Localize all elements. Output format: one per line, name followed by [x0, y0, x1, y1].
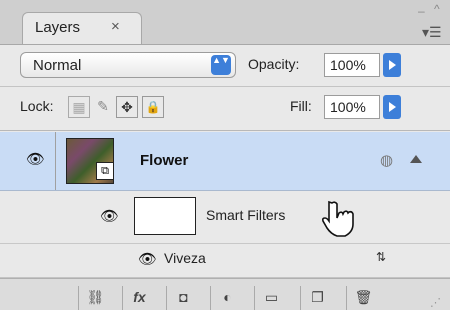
minimize-icon[interactable]: – [418, 4, 425, 18]
tab-layers[interactable]: Layers × [22, 12, 142, 44]
eye-column-divider [55, 132, 56, 190]
opacity-arrow-icon[interactable] [383, 53, 401, 77]
new-layer-icon[interactable]: ❐ [300, 286, 334, 310]
new-group-folder-icon[interactable]: ▭ [254, 286, 288, 310]
smart-filters-eye-icon[interactable]: 👁 [100, 207, 119, 225]
fill-input[interactable]: 100% [324, 95, 380, 119]
collapse-triangle-icon[interactable] [410, 155, 422, 163]
fx-icon[interactable]: fx [122, 286, 156, 310]
smart-filters-mask-thumbnail[interactable] [134, 197, 196, 235]
collapse-icon[interactable]: ^ [434, 2, 440, 16]
filter-blending-options-icon[interactable]: ⇅ [376, 250, 386, 264]
lock-all-icon[interactable]: 🔒 [142, 96, 164, 118]
add-mask-icon[interactable]: ◘ [166, 286, 200, 310]
blend-mode-select[interactable]: Normal ▲▼ [20, 52, 236, 78]
blend-mode-value: Normal [33, 57, 82, 74]
smart-filters-label: Smart Filters [206, 207, 286, 223]
smart-filter-indicator-icon[interactable]: ◍ [380, 151, 393, 169]
fill-arrow-icon[interactable] [383, 95, 401, 119]
trash-icon[interactable]: 🗑 [346, 286, 380, 310]
lock-position-icon[interactable]: ✥ [116, 96, 138, 118]
panel-menu-icon[interactable]: ▾☰ [422, 24, 442, 41]
opacity-input[interactable]: 100% [324, 53, 380, 77]
viveza-eye-icon[interactable]: 👁 [138, 250, 157, 268]
fill-label: Fill: [290, 98, 312, 114]
blend-mode-stepper-icon[interactable]: ▲▼ [211, 55, 231, 75]
resize-grip-icon[interactable]: ⋰ [430, 296, 441, 309]
hand-cursor-icon [321, 200, 354, 237]
tab-layers-label: Layers [35, 19, 81, 36]
lock-transparent-pixels-icon[interactable]: ▦ [68, 96, 90, 118]
opacity-label: Opacity: [248, 56, 300, 72]
layer-name[interactable]: Flower [140, 152, 188, 169]
adjustment-layer-icon[interactable]: ◐ [210, 286, 244, 310]
lock-label: Lock: [20, 98, 54, 114]
visibility-eye-icon[interactable]: 👁 [26, 150, 45, 168]
link-layers-icon[interactable]: ⛓ [78, 286, 112, 310]
layers-panel: Layers × – ^ ▾☰ Normal ▲▼ Opacity: 100% … [0, 0, 450, 310]
tab-strip: Layers × – ^ ▾☰ [0, 0, 450, 45]
smart-object-badge-icon: ⧉ [96, 162, 114, 180]
viveza-label: Viveza [164, 250, 206, 266]
lock-image-pixels-icon[interactable]: ✎ [92, 96, 114, 118]
tab-close-icon[interactable]: × [111, 18, 120, 35]
